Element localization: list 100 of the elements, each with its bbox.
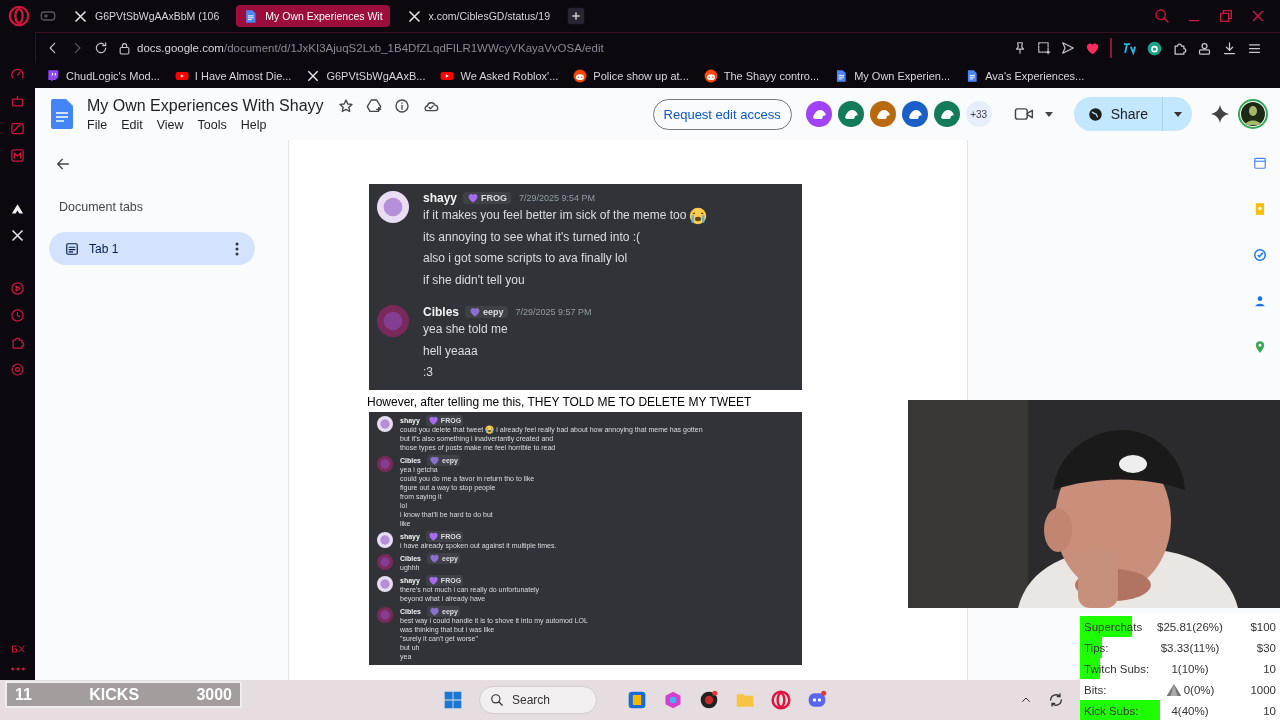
document-icon [965, 68, 980, 83]
username: Cibles [423, 305, 459, 319]
request-edit-access-button[interactable]: Request edit access [652, 98, 792, 130]
message-text: :3 [423, 364, 434, 381]
goal-target: 1000 [1249, 683, 1276, 696]
more-options-icon [235, 241, 239, 256]
goal-target: $100 [1249, 620, 1276, 633]
translate-icon[interactable] [1122, 40, 1137, 56]
section-heading: Document tabs [59, 200, 145, 214]
message-text: its annoying to see what it's turned into :( [423, 228, 642, 246]
message-text: hell yeaaa [423, 342, 479, 360]
browser-tab[interactable]: G6PVtSbWgAAxBbM (106 [66, 5, 227, 27]
menu-item[interactable]: Tools [197, 117, 227, 132]
chat-app-icon[interactable] [807, 690, 827, 710]
pin-icon[interactable] [1013, 41, 1027, 55]
menu-item[interactable]: File [87, 117, 108, 132]
new-tab-icon[interactable] [567, 7, 585, 25]
goal-value: $25.81(26%) [1157, 620, 1223, 633]
message-text: yea she told me [423, 321, 509, 338]
more-collaborators-badge[interactable]: +33 [965, 101, 992, 127]
gx-logo-icon[interactable] [9, 644, 26, 654]
share-options-button[interactable] [1162, 97, 1192, 131]
bookmark[interactable]: Ava's Experiences... [965, 68, 1085, 83]
profile-icon[interactable] [1197, 40, 1212, 56]
snapshot-icon[interactable] [1037, 41, 1051, 55]
restore-icon[interactable] [1218, 8, 1234, 24]
star-icon[interactable] [337, 97, 354, 114]
gamepad-icon[interactable] [40, 8, 56, 24]
kicks-label: KICKS [89, 685, 140, 704]
sparkle-icon[interactable] [1210, 104, 1230, 124]
bookmark[interactable]: ChudLogic's Mod... [46, 68, 160, 83]
video-call-icon[interactable] [1013, 106, 1036, 122]
docs-logo-icon[interactable] [51, 99, 73, 129]
play-icon[interactable] [10, 281, 25, 296]
goal-label: Twitch Subs: [1084, 662, 1150, 675]
caret-icon [1172, 109, 1183, 119]
avatar-icon[interactable] [933, 101, 960, 127]
avatar-icon[interactable] [837, 101, 864, 127]
share-button[interactable]: Share [1073, 97, 1162, 131]
goal-target: 10 [1262, 662, 1276, 675]
timestamp: 7/29/2025 9:54 PM [519, 193, 596, 203]
alien-head-icon [703, 68, 718, 83]
clock-icon[interactable] [10, 308, 25, 323]
goal-value: 0(0%) [1183, 683, 1215, 696]
opera-logo-icon[interactable] [8, 5, 30, 27]
browser-tab[interactable]: x.com/CiblesGD/status/19 [399, 5, 557, 27]
browser-tab[interactable]: My Own Experiences Wit [236, 5, 390, 27]
back-arrow-icon[interactable] [55, 156, 71, 172]
avatar-icon[interactable] [901, 101, 928, 127]
x-logo-icon[interactable] [10, 228, 25, 243]
menu-item[interactable]: View [156, 117, 184, 132]
download-icon[interactable] [1222, 40, 1237, 56]
bookmark[interactable]: G6PVtSbWgAAxB... [306, 68, 426, 83]
calendar-icon[interactable] [1253, 156, 1267, 170]
avatar-icon[interactable] [869, 101, 896, 127]
extensions-icon[interactable] [1172, 40, 1187, 56]
x-logo-icon [73, 8, 88, 24]
person-icon[interactable] [1253, 294, 1267, 308]
globe-icon [1087, 106, 1103, 122]
kick-count: 11 [15, 685, 32, 704]
goal-value: $3.33(11%) [1160, 641, 1220, 654]
address-field[interactable]: docs.google.com/document/d/1JxKI3AjuqS2Lxb_1B4DfZLqdFILR1WWcyVKayaVvOSA/edit [137, 42, 604, 54]
document-tab[interactable]: Tab 1 [49, 232, 255, 265]
menu-item[interactable]: Edit [121, 117, 143, 132]
reload-icon[interactable] [94, 41, 108, 55]
goal-label: Kick Subs: [1084, 704, 1140, 717]
menu-item[interactable]: Help [240, 117, 267, 132]
opera-logo-icon[interactable] [771, 690, 791, 710]
bookmark[interactable]: We Asked Roblox'... [440, 68, 559, 83]
bookmark[interactable]: I Have Almost Die... [174, 68, 292, 83]
crying-emoji-icon [485, 424, 495, 434]
app-icon[interactable] [699, 690, 719, 710]
settings-icon[interactable] [10, 362, 25, 377]
paragraph: However, after telling me this, THEY TOLD ME TO DELETE MY TWEET [367, 394, 753, 409]
goal-target: $30 [1255, 641, 1276, 654]
sync-icon[interactable] [1048, 692, 1064, 708]
lock-icon [118, 41, 131, 55]
goal-value: 1(10%) [1171, 662, 1209, 675]
document-title[interactable]: My Own Experiences With Shayy [87, 96, 324, 115]
search-icon[interactable] [1154, 8, 1170, 24]
message-text: also i got some scripts to ava finally lol [423, 250, 629, 267]
more-icon[interactable] [9, 666, 26, 672]
bookmark[interactable]: My Own Experien... [834, 68, 951, 83]
task-check-icon[interactable] [1253, 248, 1267, 262]
caret-icon[interactable] [1043, 109, 1054, 119]
account-avatar-icon[interactable] [1238, 99, 1268, 129]
mail-icon[interactable] [10, 148, 25, 163]
document-icon [834, 68, 849, 83]
search-field[interactable]: Search [479, 686, 597, 714]
x-logo-icon [306, 68, 321, 83]
avatar-icon[interactable] [805, 101, 832, 127]
peak-logo-icon[interactable] [10, 201, 25, 216]
windows-logo-icon[interactable] [443, 690, 463, 710]
map-pin-icon[interactable] [1253, 340, 1267, 354]
info-icon[interactable] [393, 97, 410, 114]
send-icon[interactable] [1061, 41, 1075, 55]
close-icon[interactable] [1250, 8, 1266, 24]
bookmark[interactable]: Police show up at... [573, 68, 689, 83]
document-icon [243, 8, 259, 24]
bookmark[interactable]: The Shayy contro... [703, 68, 820, 83]
